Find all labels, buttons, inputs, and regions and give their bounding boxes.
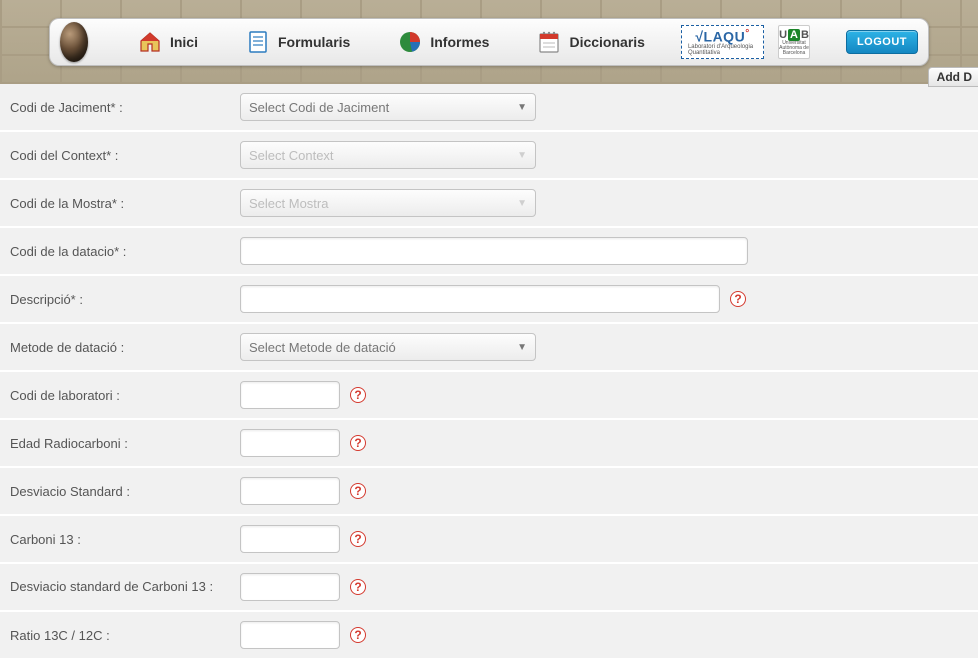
help-icon[interactable]: ? [350, 579, 366, 595]
nav-inici[interactable]: Inici [138, 30, 198, 54]
label: Codi del Context* : [0, 148, 230, 163]
document-icon [246, 30, 270, 54]
row-ratio: Ratio 13C / 12C : ? [0, 612, 978, 658]
input-desvc13[interactable] [240, 573, 340, 601]
row-edat: Edad Radiocarboni : ? [0, 420, 978, 466]
input-ratio[interactable] [240, 621, 340, 649]
globe-logo-icon[interactable] [60, 22, 88, 62]
main-toolbar: Inici Formularis Informes Diccionaris √L… [49, 18, 929, 66]
chevron-down-icon: ▼ [517, 342, 527, 353]
label: Desviacio Standard : [0, 484, 230, 499]
nav-informes[interactable]: Informes [398, 30, 489, 54]
label: Metode de datació : [0, 340, 230, 355]
select-placeholder: Select Context [249, 148, 334, 163]
help-icon[interactable]: ? [350, 387, 366, 403]
calendar-icon [537, 30, 561, 54]
row-jaciment: Codi de Jaciment* : Select Codi de Jacim… [0, 84, 978, 130]
add-tab[interactable]: Add D [928, 67, 978, 87]
nav-diccionaris[interactable]: Diccionaris [537, 30, 644, 54]
select-context[interactable]: Select Context ▼ [240, 141, 536, 169]
select-placeholder: Select Mostra [249, 196, 328, 211]
input-lab[interactable] [240, 381, 340, 409]
logout-button[interactable]: LOGOUT [846, 30, 918, 54]
header: Inici Formularis Informes Diccionaris √L… [0, 0, 978, 84]
help-icon[interactable]: ? [350, 483, 366, 499]
pie-chart-icon [398, 30, 422, 54]
select-mostra[interactable]: Select Mostra ▼ [240, 189, 536, 217]
help-icon[interactable]: ? [350, 627, 366, 643]
label: Edad Radiocarboni : [0, 436, 230, 451]
chevron-down-icon: ▼ [517, 198, 527, 209]
help-icon[interactable]: ? [730, 291, 746, 307]
row-descripcio: Descripció* : ? [0, 276, 978, 322]
label: Codi de la datacio* : [0, 244, 230, 259]
chevron-down-icon: ▼ [517, 150, 527, 161]
nav-label: Diccionaris [569, 34, 644, 50]
row-datacio: Codi de la datacio* : [0, 228, 978, 274]
help-icon[interactable]: ? [350, 435, 366, 451]
select-metode[interactable]: Select Metode de datació ▼ [240, 333, 536, 361]
row-metode: Metode de datació : Select Metode de dat… [0, 324, 978, 370]
laqu-logo[interactable]: √LAQU° Laboratori d'Arqueologia Quantita… [681, 25, 764, 59]
select-placeholder: Select Metode de datació [249, 340, 396, 355]
nav-formularis[interactable]: Formularis [246, 30, 350, 54]
input-datacio[interactable] [240, 237, 748, 265]
select-placeholder: Select Codi de Jaciment [249, 100, 389, 115]
input-desv[interactable] [240, 477, 340, 505]
row-lab: Codi de laboratori : ? [0, 372, 978, 418]
row-c13: Carboni 13 : ? [0, 516, 978, 562]
chevron-down-icon: ▼ [517, 102, 527, 113]
house-icon [138, 30, 162, 54]
row-desvc13: Desviacio standard de Carboni 13 : ? [0, 564, 978, 610]
label: Ratio 13C / 12C : [0, 628, 230, 643]
input-c13[interactable] [240, 525, 340, 553]
label: Carboni 13 : [0, 532, 230, 547]
row-mostra: Codi de la Mostra* : Select Mostra ▼ [0, 180, 978, 226]
input-edat[interactable] [240, 429, 340, 457]
nav-label: Inici [170, 34, 198, 50]
uab-logo[interactable]: UAB Universitat Autònoma de Barcelona [778, 25, 810, 59]
label: Codi de Jaciment* : [0, 100, 230, 115]
label: Codi de la Mostra* : [0, 196, 230, 211]
nav-label: Informes [430, 34, 489, 50]
select-jaciment[interactable]: Select Codi de Jaciment ▼ [240, 93, 536, 121]
label: Codi de laboratori : [0, 388, 230, 403]
row-context: Codi del Context* : Select Context ▼ [0, 132, 978, 178]
label: Desviacio standard de Carboni 13 : [0, 579, 230, 596]
input-descripcio[interactable] [240, 285, 720, 313]
row-desv: Desviacio Standard : ? [0, 468, 978, 514]
nav-label: Formularis [278, 34, 350, 50]
label: Descripció* : [0, 292, 230, 307]
help-icon[interactable]: ? [350, 531, 366, 547]
